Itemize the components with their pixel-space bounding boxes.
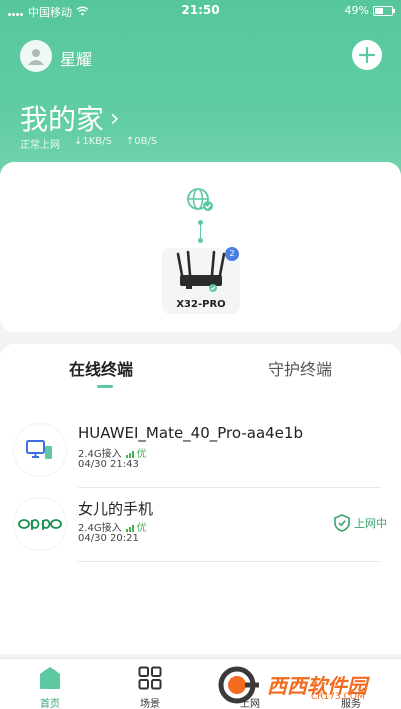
device-time: 04/30 20:21 — [78, 533, 139, 544]
online-status-tag: 上网中 — [334, 514, 387, 532]
nav-scene[interactable]: 场景 — [120, 665, 180, 709]
home-title[interactable]: 我的家 › — [20, 98, 120, 138]
chevron-right-icon: › — [110, 104, 120, 132]
device-name: HUAWEI_Mate_40_Pro-aa4e1b — [78, 424, 303, 442]
router-name: X32-PRO — [176, 299, 226, 310]
computer-phone-icon — [26, 440, 52, 459]
upload-speed: ↑0B/S — [125, 136, 158, 147]
grid-icon — [138, 666, 162, 690]
device-connection: 2.4G接入 优 — [78, 519, 147, 534]
oppo-logo-icon — [18, 519, 62, 530]
watermark: 西西软件园 CR173.COM — [211, 660, 401, 709]
tab-guard-devices[interactable]: 守护终端 — [268, 356, 332, 380]
device-avatar — [14, 424, 66, 476]
signal-quality: 优 — [125, 445, 147, 460]
signal-quality: 优 — [125, 519, 147, 534]
avatar[interactable] — [20, 40, 52, 72]
status-time: 21:50 — [181, 3, 220, 17]
battery-icon — [373, 5, 395, 16]
tab-online-devices[interactable]: 在线终端 — [69, 356, 133, 380]
home-name: 我的家 — [20, 103, 105, 136]
shield-check-icon — [334, 514, 350, 532]
device-avatar — [14, 498, 66, 550]
device-row[interactable]: HUAWEI_Mate_40_Pro-aa4e1b 2.4G接入 优 04/30… — [0, 410, 401, 488]
plus-icon — [358, 46, 376, 64]
battery-percent: 49% — [344, 4, 369, 17]
connector-dot — [198, 220, 203, 225]
watermark-logo-icon — [218, 666, 259, 703]
tab-indicator — [97, 385, 113, 388]
device-connection: 2.4G接入 优 — [78, 445, 147, 460]
nav-home[interactable]: 首页 — [20, 665, 80, 709]
home-icon — [40, 667, 60, 689]
status-bar: 中国移动 21:50 49% — [0, 0, 401, 22]
username[interactable]: 星耀 — [60, 46, 92, 70]
user-icon — [28, 49, 44, 65]
signal-bars-icon — [125, 447, 135, 458]
connector-dot — [198, 238, 203, 243]
download-speed: ↓1KB/S — [74, 136, 112, 147]
device-row[interactable]: 女儿的手机 2.4G接入 优 04/30 20:21 上网中 — [0, 484, 401, 562]
signal-bars-icon — [125, 521, 135, 532]
net-status-row: 正常上网 ↓1KB/S ↑0B/S — [20, 136, 157, 151]
net-status-text: 正常上网 — [20, 140, 60, 151]
device-time: 04/30 21:43 — [78, 459, 139, 470]
row-divider — [78, 561, 381, 562]
device-count-badge: 2 — [225, 247, 239, 261]
device-name: 女儿的手机 — [78, 500, 154, 518]
online-status-text: 上网中 — [354, 517, 387, 530]
watermark-url: CR173.COM — [311, 692, 365, 702]
add-button[interactable] — [352, 40, 382, 70]
internet-globe-icon — [185, 187, 215, 213]
